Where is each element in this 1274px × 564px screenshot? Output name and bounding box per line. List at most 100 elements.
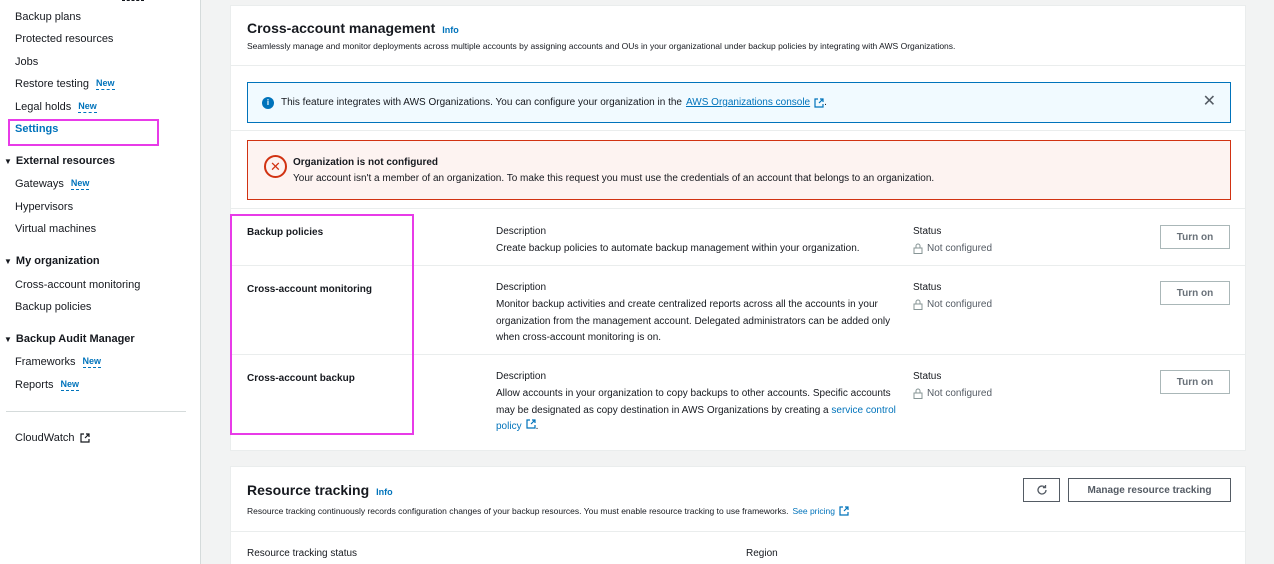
error-x-icon: ✕ xyxy=(264,155,287,178)
new-badge: New xyxy=(82,356,102,368)
aws-organizations-console-link[interactable]: AWS Organizations console xyxy=(686,97,810,108)
sidebar-item-protected-resources[interactable]: Protected resources xyxy=(15,33,113,45)
description-label: Description xyxy=(496,371,547,382)
status-text: Not configured xyxy=(927,299,993,310)
sidebar-item-label: Backup plans xyxy=(15,11,82,23)
error-alert-text: Your account isn't a member of an organi… xyxy=(293,173,935,184)
info-alert-suffix: . xyxy=(824,97,827,108)
status-value: Not configured xyxy=(913,299,992,310)
info-alert-text: This feature integrates with AWS Organiz… xyxy=(281,97,682,108)
close-icon[interactable]: ✕ xyxy=(1203,94,1216,110)
turn-on-button[interactable]: Turn on xyxy=(1160,281,1230,305)
error-alert: ✕ Organization is not configured Your ac… xyxy=(247,140,1231,200)
lock-icon xyxy=(913,243,923,254)
status-text: Not configured xyxy=(927,243,993,254)
new-badge: New xyxy=(60,379,80,391)
region-label: Region xyxy=(746,548,778,559)
sidebar-item-legal-holds[interactable]: Legal holds New xyxy=(15,101,97,113)
sidebar-item-label: Cross-account monitoring xyxy=(15,279,141,291)
sidebar-item-label: Virtual machines xyxy=(15,223,97,235)
resource-tracking-status-label: Resource tracking status xyxy=(247,548,358,559)
manage-resource-tracking-button[interactable]: Manage resource tracking xyxy=(1068,478,1231,502)
sidebar-item-label: Jobs xyxy=(15,56,39,68)
section-title: Backup Audit Manager xyxy=(15,333,135,345)
status-label: Status xyxy=(913,282,942,293)
sidebar-item-label: Reports xyxy=(15,379,54,391)
info-alert: i This feature integrates with AWS Organ… xyxy=(247,82,1231,123)
panel-title: Resource tracking Info xyxy=(247,482,393,498)
see-pricing-link[interactable]: See pricing xyxy=(792,506,835,516)
panel-title-text: Resource tracking xyxy=(247,482,370,498)
sidebar-item-label: CloudWatch xyxy=(15,432,75,444)
panel-divider xyxy=(231,130,1245,131)
panel-divider xyxy=(231,208,1245,209)
status-label: Status xyxy=(913,226,942,237)
sidebar-item-frameworks[interactable]: Frameworks New xyxy=(15,356,102,368)
section-title: External resources xyxy=(15,155,115,167)
caret-down-icon: ▼ xyxy=(4,256,12,266)
sidebar-item-label: Frameworks xyxy=(15,356,76,368)
sidebar-item-label: Hypervisors xyxy=(15,201,74,213)
sidebar-item-gateways[interactable]: Gateways New xyxy=(15,178,90,190)
sidebar-item-cloudwatch[interactable]: CloudWatch xyxy=(15,432,90,444)
panel-divider xyxy=(231,65,1245,66)
sidebar: Backup plans Protected resources Jobs Re… xyxy=(0,0,201,564)
status-label: Status xyxy=(913,371,942,382)
sidebar-item-label: Protected resources xyxy=(15,33,114,45)
section-title: My organization xyxy=(15,255,100,267)
caret-down-icon: ▼ xyxy=(4,334,12,344)
panel-description: Resource tracking continuously records c… xyxy=(247,506,849,516)
sidebar-item-backup-plans[interactable]: Backup plans xyxy=(15,11,81,23)
external-link-icon xyxy=(839,506,849,516)
caret-down-icon: ▼ xyxy=(4,156,12,166)
sidebar-item-restore-testing[interactable]: Restore testing New xyxy=(15,78,115,90)
sidebar-item-label: Legal holds xyxy=(15,101,72,113)
panel-description-text: Resource tracking continuously records c… xyxy=(247,506,789,516)
resource-tracking-panel: Resource tracking Info Resource tracking… xyxy=(230,466,1246,564)
status-value: Not configured xyxy=(913,243,992,254)
lock-icon xyxy=(913,388,923,399)
sidebar-item-jobs[interactable]: Jobs xyxy=(15,56,38,68)
panel-divider xyxy=(231,531,1245,532)
info-link[interactable]: Info xyxy=(376,487,393,497)
info-icon: i xyxy=(262,96,274,109)
status-text: Not configured xyxy=(927,388,993,399)
description-label: Description xyxy=(496,282,547,293)
sidebar-divider xyxy=(6,411,186,412)
sidebar-item-reports[interactable]: Reports New xyxy=(15,379,80,391)
panel-title-text: Cross-account management xyxy=(247,20,436,36)
panel-description: Seamlessly manage and monitor deployment… xyxy=(247,41,956,51)
new-badge: New xyxy=(95,78,115,90)
error-alert-title: Organization is not configured xyxy=(293,157,438,168)
sidebar-item-label: Backup policies xyxy=(15,301,92,313)
new-badge: New xyxy=(70,178,90,190)
sidebar-item-hypervisors[interactable]: Hypervisors xyxy=(15,201,73,213)
sidebar-item-virtual-machines[interactable]: Virtual machines xyxy=(15,223,96,235)
section-external-resources[interactable]: ▼ External resources xyxy=(4,155,115,167)
external-link-icon xyxy=(814,97,824,108)
feature-description: Allow accounts in your organization to c… xyxy=(496,386,901,436)
feature-names-highlight-box xyxy=(230,214,414,435)
sidebar-item-label: Gateways xyxy=(15,178,64,190)
settings-highlight-box xyxy=(8,119,159,146)
description-suffix: . xyxy=(535,421,539,432)
truncated-badge-underline xyxy=(122,0,144,1)
refresh-button[interactable] xyxy=(1023,478,1060,502)
panel-title: Cross-account management Info xyxy=(247,20,459,36)
refresh-icon xyxy=(1036,485,1047,495)
section-my-organization[interactable]: ▼ My organization xyxy=(4,255,100,267)
section-backup-audit-manager[interactable]: ▼ Backup Audit Manager xyxy=(4,333,135,345)
turn-on-button[interactable]: Turn on xyxy=(1160,370,1230,394)
feature-description: Create backup policies to automate backu… xyxy=(496,243,860,254)
external-link-icon xyxy=(525,419,536,429)
feature-description: Monitor backup activities and create cen… xyxy=(496,299,891,343)
sidebar-item-backup-policies[interactable]: Backup policies xyxy=(15,301,91,313)
turn-on-button[interactable]: Turn on xyxy=(1160,225,1230,249)
status-value: Not configured xyxy=(913,388,992,399)
sidebar-item-label: Restore testing xyxy=(15,78,89,90)
sidebar-item-cross-account-monitoring[interactable]: Cross-account monitoring xyxy=(15,279,140,291)
info-link[interactable]: Info xyxy=(442,25,459,35)
lock-icon xyxy=(913,299,923,310)
external-link-icon xyxy=(79,433,90,443)
description-label: Description xyxy=(496,226,547,237)
